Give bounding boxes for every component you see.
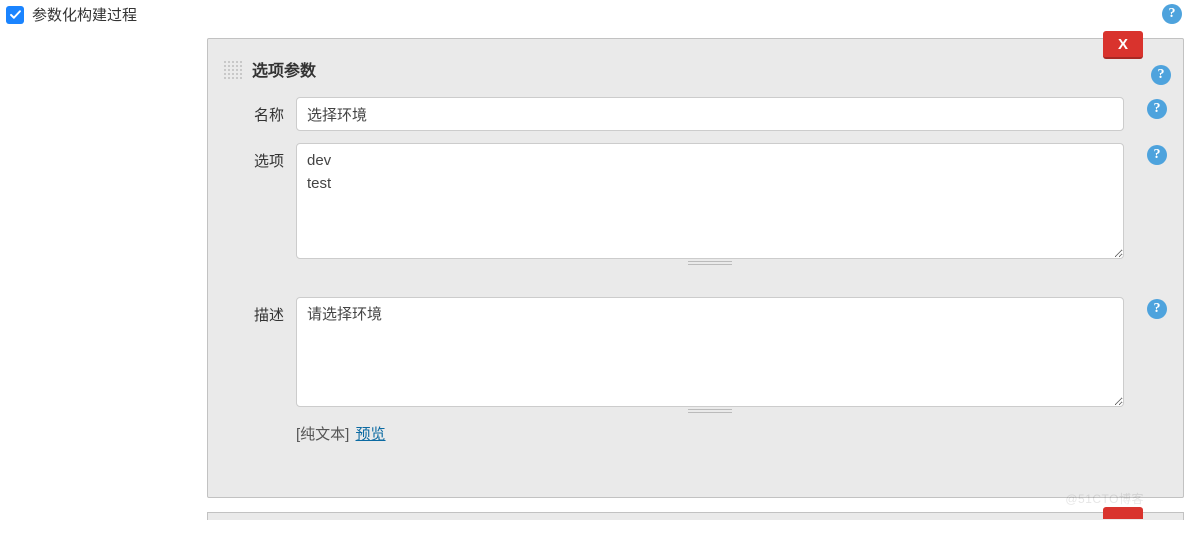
resize-handle-icon[interactable] <box>296 261 1124 267</box>
description-label: 描述 <box>222 297 296 325</box>
parameters-panel-wrapper: 选项参数 X ? 名称 ? 选项 ? 描述 [纯文本 <box>207 38 1184 533</box>
name-input[interactable] <box>296 97 1124 131</box>
help-icon[interactable]: ? <box>1147 299 1167 319</box>
choice-parameter-block: 选项参数 X ? 名称 ? 选项 ? 描述 [纯文本 <box>207 38 1184 498</box>
drag-handle-icon[interactable] <box>222 59 242 79</box>
format-label: [纯文本] <box>296 426 349 443</box>
parameterized-build-checkbox[interactable] <box>6 6 24 24</box>
block-title: 选项参数 <box>252 57 316 81</box>
delete-parameter-button[interactable] <box>1103 507 1143 519</box>
choices-label: 选项 <box>222 143 296 171</box>
resize-handle-icon[interactable] <box>296 409 1124 415</box>
description-footer: [纯文本] 预览 <box>296 423 1124 444</box>
help-icon[interactable]: ? <box>1147 145 1167 165</box>
help-icon[interactable]: ? <box>1162 4 1182 24</box>
parameterized-build-row: 参数化构建过程 ? <box>0 0 1184 30</box>
preview-link[interactable]: 预览 <box>356 426 386 443</box>
block-header: 选项参数 X ? <box>208 39 1183 91</box>
description-row: 描述 [纯文本] 预览 ? <box>208 291 1183 450</box>
choices-row: 选项 ? <box>208 137 1183 273</box>
delete-parameter-button[interactable]: X <box>1103 31 1143 59</box>
watermark-text: @51CTO博客 <box>1065 490 1144 507</box>
name-row: 名称 ? <box>208 91 1183 137</box>
help-icon[interactable]: ? <box>1147 99 1167 119</box>
name-label: 名称 <box>222 97 296 125</box>
check-icon <box>9 8 22 21</box>
description-textarea[interactable] <box>296 297 1124 407</box>
help-icon[interactable]: ? <box>1151 65 1171 85</box>
next-parameter-block-peek <box>207 512 1184 520</box>
parameterized-build-label: 参数化构建过程 <box>32 4 137 25</box>
choices-textarea[interactable] <box>296 143 1124 259</box>
